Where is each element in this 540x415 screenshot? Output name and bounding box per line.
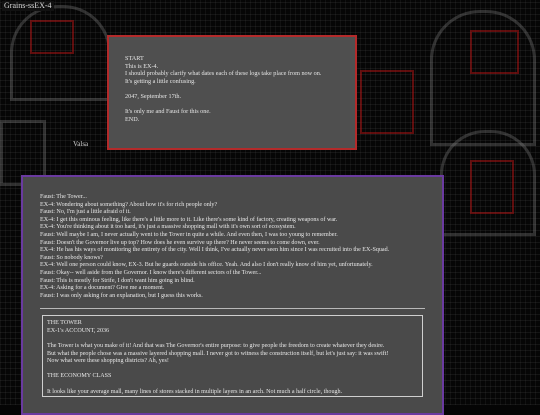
ascii-red-mark-1 xyxy=(30,20,74,54)
divider xyxy=(40,308,425,310)
log-line: This is EX-4. xyxy=(125,62,159,70)
background-label: Valsa xyxy=(73,140,89,148)
conversation-line: Faust: Well maybe I am, I never actually… xyxy=(40,231,338,238)
conversation-line: Faust: I was only asking for an explanat… xyxy=(40,292,203,299)
window-title: Grains-ssEX-4 xyxy=(2,1,54,11)
conversation-line: EX-4: Asking for a document? Give me a m… xyxy=(40,285,165,292)
conversation-line: Faust: No, I'm just a little afraid of i… xyxy=(40,209,131,216)
document-line xyxy=(47,366,418,374)
document-line: THE ECONOMY CLASS xyxy=(47,373,112,380)
log-line: START xyxy=(125,55,144,62)
conversation-line: Faust: Okay-- well aside from the Govern… xyxy=(40,269,262,276)
document-line: THE TOWER xyxy=(47,320,82,327)
conversation-line: Faust: The Tower... xyxy=(40,194,87,200)
log-line: It's only me and Faust for this one. xyxy=(125,108,211,116)
conversation-line: EX-4: He has his ways of monitoring the … xyxy=(40,247,390,254)
document-box: THE TOWER EX-1's ACCOUNT, 2036 The Tower… xyxy=(42,315,423,398)
conversation-line: EX-4: Well one person could know, EX-3. … xyxy=(40,262,373,269)
document-line: But what the people chose was a massive … xyxy=(47,350,389,357)
log-panel: START This is EX-4. I should probably cl… xyxy=(107,35,357,150)
log-line: 2047, September 17th. xyxy=(125,92,182,100)
log-line: END. xyxy=(125,115,140,123)
log-line: I should probably clarify what dates eac… xyxy=(125,70,322,78)
ascii-red-mark-4 xyxy=(470,30,519,74)
ascii-red-mark-2 xyxy=(360,70,414,134)
document-line: The Tower is what you make of it! And th… xyxy=(47,343,385,350)
document-line xyxy=(47,336,418,344)
document-line: Now what were these shopping districts? … xyxy=(47,358,169,365)
document-line: It looks like your average mall, many li… xyxy=(47,388,343,395)
conversation-line: EX-4: You're thinking about it too hard,… xyxy=(40,224,296,231)
document-line: EX-1's ACCOUNT, 2036 xyxy=(47,327,110,334)
conversation-panel: Faust: The Tower... EX-4: Wondering abou… xyxy=(21,175,444,415)
document-line xyxy=(47,381,418,389)
conversation-line: Faust: This is mostly for Strife, I don'… xyxy=(40,277,195,284)
ascii-red-mark-3 xyxy=(470,160,514,214)
log-line: It's getting a little confusing. xyxy=(125,77,196,85)
